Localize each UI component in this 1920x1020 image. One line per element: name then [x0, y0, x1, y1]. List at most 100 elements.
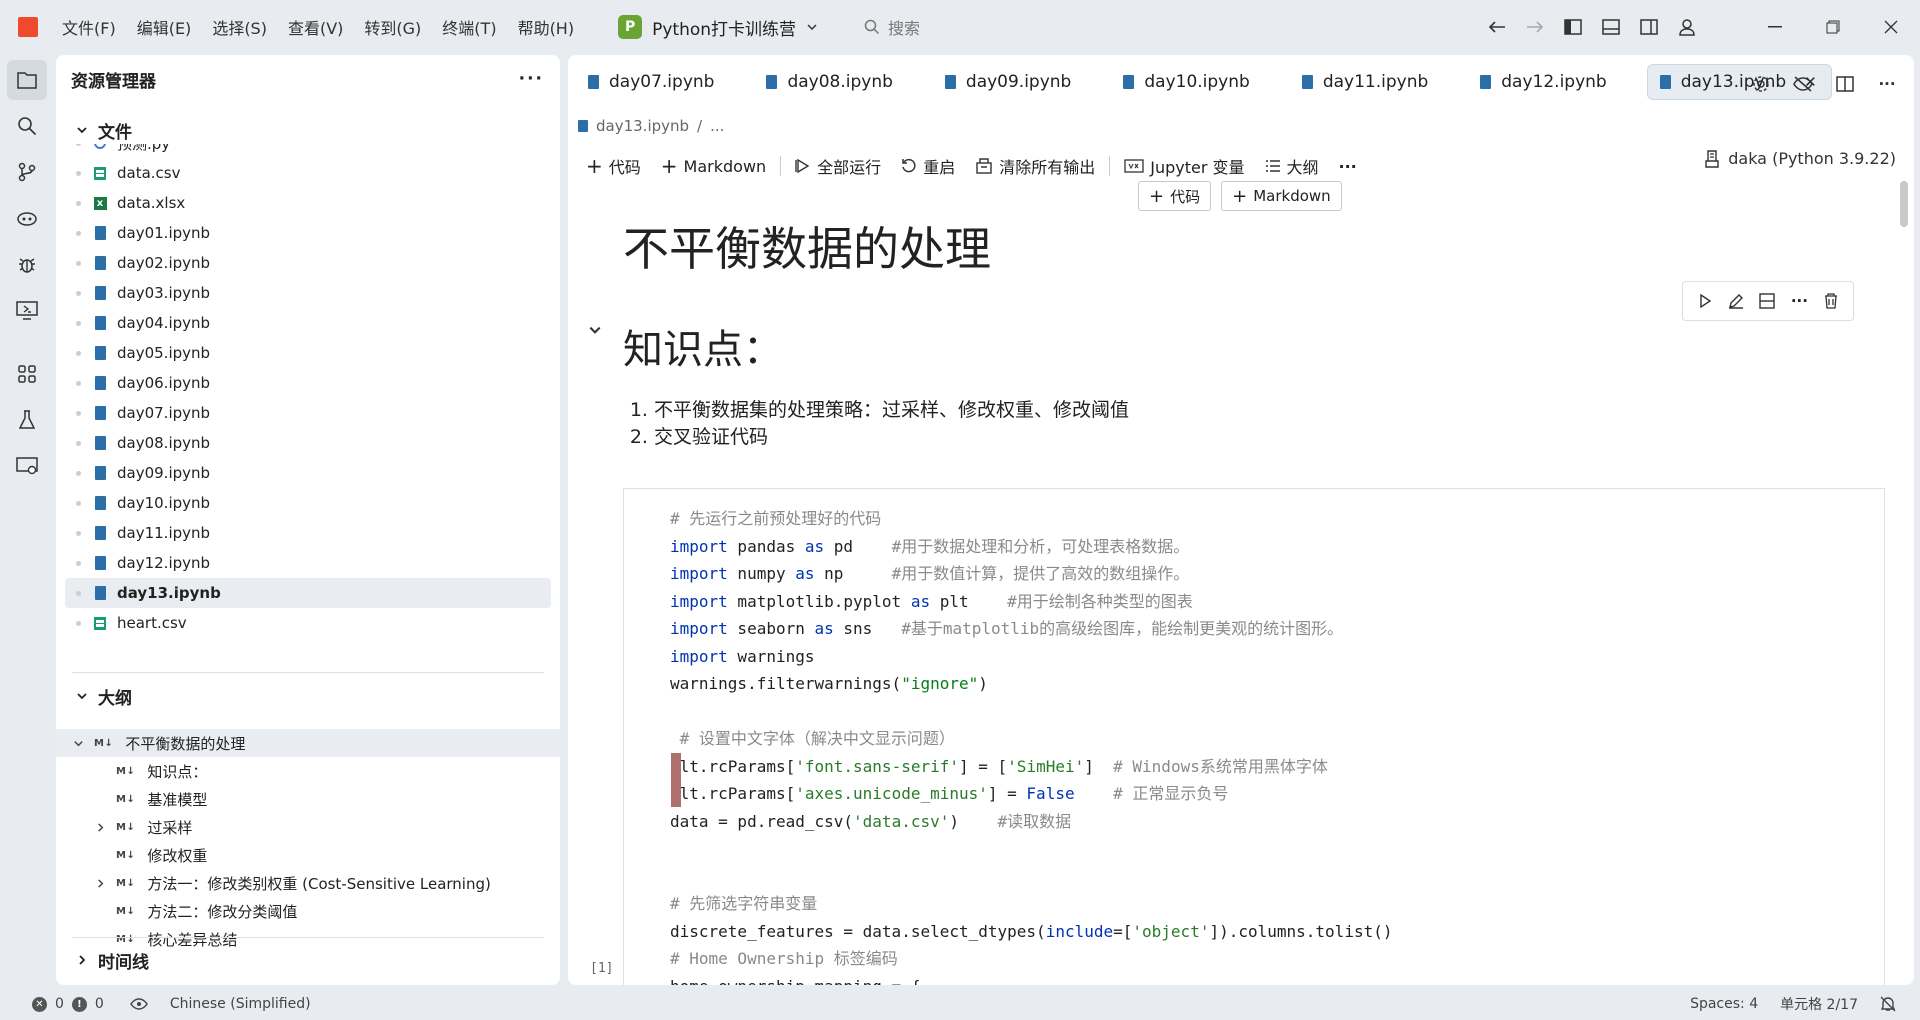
outline-button[interactable]: 大纲 [1255, 154, 1329, 178]
tab-day09[interactable]: day09.ipynb [933, 64, 1083, 100]
outline-item[interactable]: M↓ 知识点： [56, 757, 560, 785]
testing-flask-icon[interactable] [7, 400, 47, 440]
outline-section-header[interactable]: 大纲 [56, 681, 132, 711]
gear-icon[interactable] [1742, 65, 1780, 103]
delete-trash-icon[interactable] [1823, 293, 1839, 309]
file-item[interactable]: heart.csv [56, 608, 560, 638]
file-item[interactable]: day06.ipynb [56, 368, 560, 398]
explorer-icon[interactable] [7, 60, 47, 100]
eye-icon[interactable] [130, 998, 148, 1010]
chevron-right-icon[interactable] [92, 822, 108, 833]
chevron-down-icon[interactable] [70, 738, 86, 749]
add-code-cell-button[interactable]: + 代码 [576, 154, 651, 178]
menu-terminal[interactable]: 终端(T) [442, 15, 496, 39]
restart-button[interactable]: 重启 [891, 154, 965, 178]
edit-pencil-icon[interactable] [1728, 293, 1744, 309]
more-cell-actions-icon[interactable]: ··· [1791, 292, 1808, 310]
tab-day08[interactable]: day08.ipynb [754, 64, 904, 100]
error-count[interactable]: 0 [55, 996, 64, 1012]
file-item[interactable]: data.csv [56, 158, 560, 188]
file-item[interactable]: day09.ipynb [56, 458, 560, 488]
file-item[interactable]: day12.ipynb [56, 548, 560, 578]
close-window-icon[interactable] [1862, 0, 1920, 54]
timeline-section-header[interactable]: 时间线 [56, 945, 149, 975]
file-item[interactable]: day03.ipynb [56, 278, 560, 308]
outline-item[interactable]: M↓ 过采样 [56, 813, 560, 841]
tab-day07[interactable]: day07.ipynb [576, 64, 726, 100]
tab-day12[interactable]: day12.ipynb [1468, 64, 1618, 100]
file-item[interactable]: day08.ipynb [56, 428, 560, 458]
account-icon[interactable] [1668, 8, 1706, 46]
file-item[interactable]: x data.xlsx [56, 188, 560, 218]
error-icon[interactable]: ✕ [32, 996, 47, 1012]
forward-arrow-icon[interactable] [1516, 8, 1554, 46]
insert-code-button[interactable]: + 代码 [1138, 181, 1212, 211]
file-item[interactable]: day04.ipynb [56, 308, 560, 338]
more-actions-icon[interactable]: ··· [1868, 65, 1906, 103]
breadcrumb-file[interactable]: day13.ipynb [596, 117, 689, 135]
file-item[interactable]: day02.ipynb [56, 248, 560, 278]
language-indicator[interactable]: Chinese (Simplified) [170, 996, 311, 1012]
code-cell[interactable]: # 先运行之前预处理好的代码 import pandas as pd #用于数据… [623, 488, 1885, 985]
menu-file[interactable]: 文件(F) [62, 15, 116, 39]
remote-explorer-icon[interactable] [7, 290, 47, 330]
run-cell-icon[interactable] [1697, 293, 1713, 309]
menu-selection[interactable]: 选择(S) [212, 15, 267, 39]
file-item[interactable]: 预测.py [56, 144, 560, 158]
chevron-right-icon[interactable] [92, 878, 108, 889]
extensions-icon[interactable] [7, 354, 47, 394]
add-markdown-cell-button[interactable]: + Markdown [651, 154, 776, 178]
outline-item[interactable]: M↓ 方法一：修改类别权重 (Cost-Sensitive Learning) [56, 869, 560, 897]
file-item[interactable]: day05.ipynb [56, 338, 560, 368]
collapse-chevron-icon[interactable] [588, 321, 602, 342]
tab-day10[interactable]: day10.ipynb [1111, 64, 1261, 100]
split-cell-icon[interactable] [1759, 293, 1776, 309]
breadcrumb-more[interactable]: ... [710, 117, 724, 135]
copilot-icon[interactable] [7, 198, 47, 238]
menu-help[interactable]: 帮助(H) [518, 15, 575, 39]
warning-count[interactable]: 0 [95, 996, 104, 1012]
notifications-icon[interactable] [1880, 996, 1896, 1012]
restore-icon[interactable] [1804, 0, 1862, 54]
file-item[interactable]: day10.ipynb [56, 488, 560, 518]
clear-outputs-button[interactable]: 清除所有输出 [965, 154, 1105, 178]
markdown-heading-1[interactable]: 不平衡数据的处理 [623, 213, 991, 279]
split-editor-icon[interactable] [1826, 65, 1864, 103]
jupyter-variables-button[interactable]: Jupyter 变量 [1114, 154, 1254, 178]
more-actions-icon[interactable]: ··· [519, 69, 544, 89]
outline-item[interactable]: M↓ 方法二：修改分类阈值 [56, 897, 560, 925]
toggle-sidebar-icon[interactable] [1554, 8, 1592, 46]
warning-icon[interactable]: ! [71, 996, 87, 1012]
toggle-panel-icon[interactable] [1592, 8, 1630, 46]
tab-day11[interactable]: day11.ipynb [1290, 64, 1440, 100]
code-editor[interactable]: # 先运行之前预处理好的代码 import pandas as pd #用于数据… [670, 505, 1392, 985]
search-view-icon[interactable] [7, 106, 47, 146]
indentation-indicator[interactable]: Spaces: 4 [1690, 996, 1758, 1012]
kernel-picker[interactable]: daka (Python 3.9.22) [1704, 149, 1896, 168]
outline-item[interactable]: M↓ 不平衡数据的处理 [56, 729, 560, 757]
source-control-icon[interactable] [7, 152, 47, 192]
file-item[interactable]: day11.ipynb [56, 518, 560, 548]
file-item[interactable]: day07.ipynb [56, 398, 560, 428]
project-switcher[interactable]: P Python打卡训练营 [618, 15, 818, 40]
search-box[interactable]: 搜索 [864, 15, 920, 39]
cell-position-indicator[interactable]: 单元格 2/17 [1780, 994, 1858, 1014]
menu-go[interactable]: 转到(G) [364, 15, 421, 39]
run-all-button[interactable]: 全部运行 [785, 154, 891, 178]
files-section-header[interactable]: 文件 [56, 115, 132, 145]
toggle-secondary-sidebar-icon[interactable] [1630, 8, 1668, 46]
back-arrow-icon[interactable] [1478, 8, 1516, 46]
debug-icon[interactable] [7, 244, 47, 284]
menu-edit[interactable]: 编辑(E) [137, 15, 192, 39]
outline-item[interactable]: M↓ 基准模型 [56, 785, 560, 813]
file-item[interactable]: day13.ipynb [65, 578, 551, 608]
outline-item[interactable]: M↓ 修改权重 [56, 841, 560, 869]
minimize-icon[interactable] [1746, 0, 1804, 54]
remote-window-icon[interactable] [7, 446, 47, 486]
hide-eye-icon[interactable] [1784, 65, 1822, 103]
file-item[interactable]: day01.ipynb [56, 218, 560, 248]
scrollbar[interactable] [1900, 181, 1908, 227]
markdown-heading-2[interactable]: 知识点： [623, 317, 783, 375]
insert-markdown-button[interactable]: + Markdown [1221, 181, 1342, 211]
more-toolbar-button[interactable]: ··· [1329, 157, 1367, 176]
